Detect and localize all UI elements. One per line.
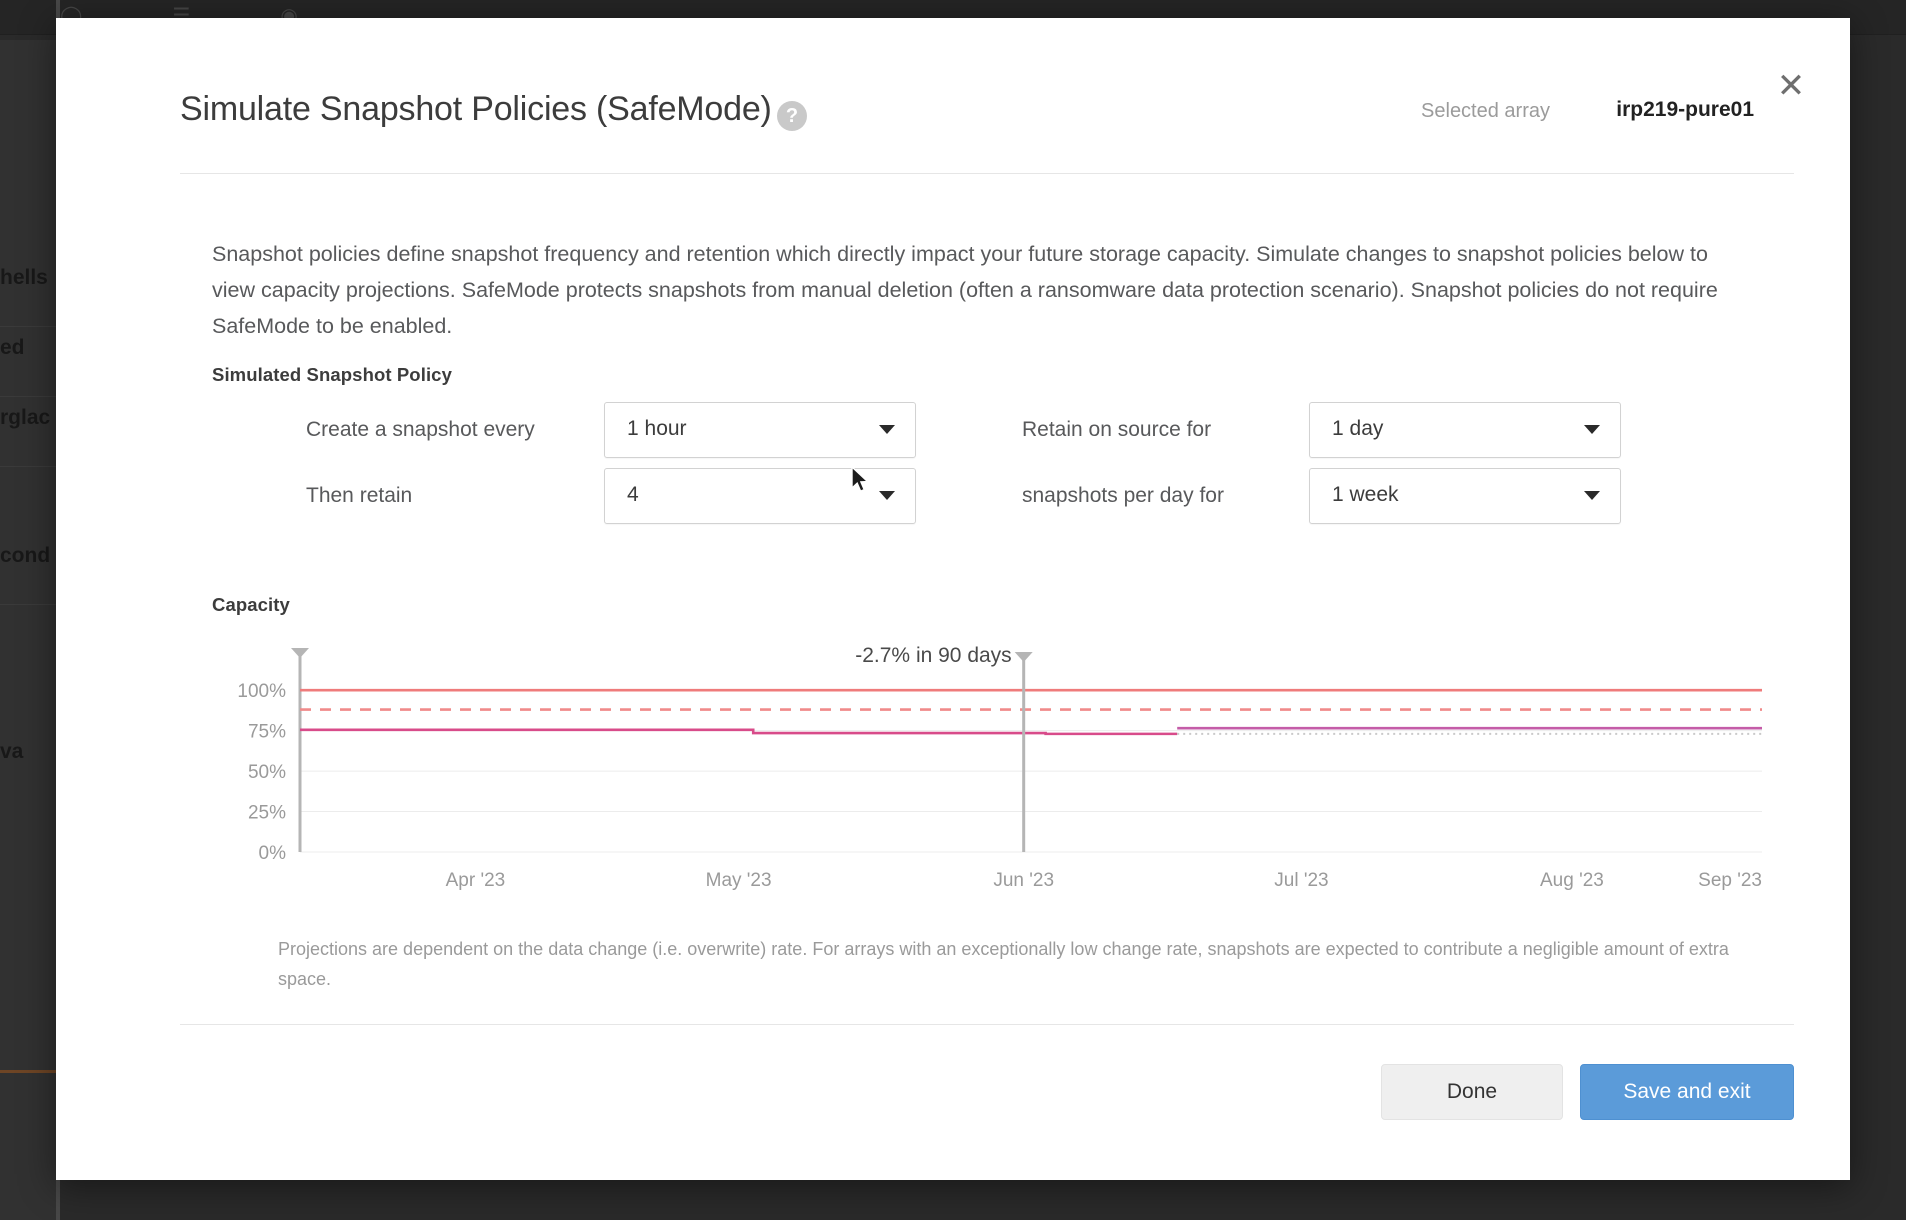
snapshots-per-day-for-label: snapshots per day for bbox=[1022, 484, 1224, 507]
x-axis-tick-label: Apr '23 bbox=[446, 870, 506, 891]
selected-array-label: Selected array bbox=[1421, 100, 1550, 122]
chart-annotation: -2.7% in 90 days bbox=[855, 644, 1011, 667]
y-axis-tick-label: 100% bbox=[237, 681, 286, 702]
x-axis-tick-label: Jun '23 bbox=[993, 870, 1054, 891]
y-axis-tick-label: 0% bbox=[259, 843, 287, 864]
form-row: Create a snapshot every 1 hour Retain on… bbox=[212, 402, 1772, 468]
close-icon[interactable]: ✕ bbox=[1770, 66, 1812, 108]
dialog-header: Simulate Snapshot Policies (SafeMode) ? … bbox=[56, 18, 1850, 174]
selected-array-value: irp219-pure01 bbox=[1616, 98, 1754, 121]
chart-footnote: Projections are dependent on the data ch… bbox=[278, 939, 1729, 989]
simulate-snapshot-policies-dialog: Simulate Snapshot Policies (SafeMode) ? … bbox=[56, 18, 1850, 1180]
create-snapshot-every-select[interactable]: 1 hour bbox=[604, 402, 916, 458]
select-value: 1 hour bbox=[627, 417, 687, 440]
done-button[interactable]: Done bbox=[1381, 1064, 1563, 1120]
x-axis-tick-label: Sep '23 bbox=[1698, 870, 1762, 891]
chevron-down-icon bbox=[1584, 491, 1600, 500]
question-mark-icon[interactable]: ? bbox=[777, 101, 807, 131]
chevron-down-icon bbox=[879, 491, 895, 500]
capacity-heading: Capacity bbox=[212, 594, 290, 615]
save-and-exit-button[interactable]: Save and exit bbox=[1580, 1064, 1794, 1120]
snapshot-policy-form: Create a snapshot every 1 hour Retain on… bbox=[212, 402, 1772, 534]
intro-description: Snapshot policies define snapshot freque… bbox=[212, 242, 1718, 338]
form-row: Then retain 4 snapshots per day for 1 we… bbox=[212, 468, 1772, 534]
capacity-projection-chart[interactable]: 0% 25% 50% 75% 100% Apr '23 May '23 Jun '23 Jul … bbox=[212, 644, 1772, 904]
capacity-chart-svg: 0% 25% 50% 75% 100% Apr '23 May '23 Jun '23 Jul … bbox=[237, 644, 1762, 891]
then-retain-select[interactable]: 4 bbox=[604, 468, 916, 524]
y-axis-tick-label: 25% bbox=[248, 803, 286, 824]
then-retain-label: Then retain bbox=[306, 484, 413, 507]
dialog-footer: Done Save and exit bbox=[56, 1024, 1850, 1180]
create-snapshot-every-label: Create a snapshot every bbox=[306, 418, 535, 441]
footer-divider bbox=[180, 1024, 1794, 1025]
x-axis-tick-label: May '23 bbox=[706, 870, 772, 891]
simulated-snapshot-policy-heading: Simulated Snapshot Policy bbox=[212, 364, 452, 385]
y-axis-tick-label: 50% bbox=[248, 762, 286, 783]
x-axis-tick-label: Aug '23 bbox=[1540, 870, 1604, 891]
dialog-body: Snapshot policies define snapshot freque… bbox=[56, 174, 1850, 1024]
select-value: 1 week bbox=[1332, 483, 1399, 506]
y-axis-tick-label: 75% bbox=[248, 722, 286, 743]
page-title: Simulate Snapshot Policies (SafeMode) bbox=[180, 90, 772, 128]
select-value: 4 bbox=[627, 483, 639, 506]
x-axis-tick-label: Jul '23 bbox=[1274, 870, 1328, 891]
retain-on-source-for-label: Retain on source for bbox=[1022, 418, 1212, 441]
select-value: 1 day bbox=[1332, 417, 1384, 440]
chevron-down-icon bbox=[879, 425, 895, 434]
snapshots-per-day-for-select[interactable]: 1 week bbox=[1309, 468, 1621, 524]
chevron-down-icon bbox=[1584, 425, 1600, 434]
retain-on-source-for-select[interactable]: 1 day bbox=[1309, 402, 1621, 458]
